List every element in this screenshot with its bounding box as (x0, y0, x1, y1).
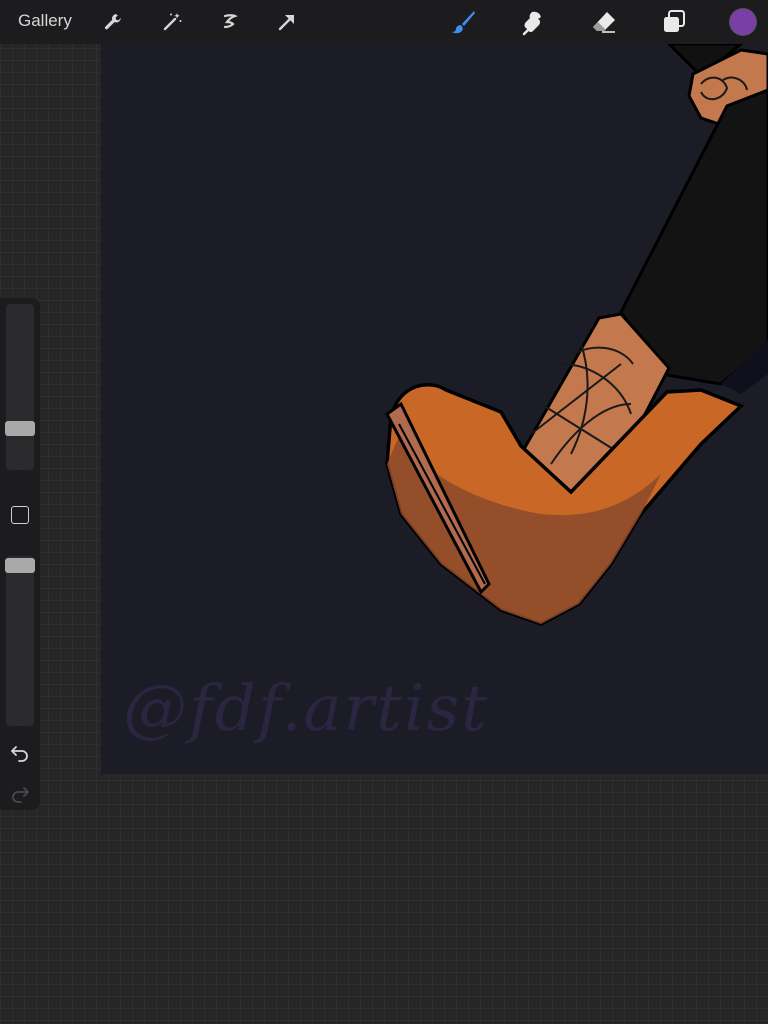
smudge-icon[interactable] (520, 8, 548, 36)
left-sidebar (0, 298, 40, 810)
eraser-icon[interactable] (590, 8, 618, 36)
top-toolbar: Gallery (0, 0, 768, 44)
drawing-canvas[interactable]: @fdf.artist (101, 44, 768, 774)
color-picker-swatch[interactable] (730, 9, 756, 35)
gallery-button[interactable]: Gallery (18, 11, 72, 31)
redo-icon[interactable] (9, 782, 31, 804)
magic-wand-icon[interactable] (158, 8, 186, 36)
selection-icon[interactable] (216, 8, 244, 36)
layers-icon[interactable] (660, 8, 688, 36)
transform-arrow-icon[interactable] (272, 8, 300, 36)
brush-size-slider[interactable] (6, 304, 34, 470)
artist-watermark: @fdf.artist (123, 672, 489, 746)
brush-size-thumb[interactable] (5, 421, 35, 436)
undo-icon[interactable] (9, 741, 31, 763)
modify-square-icon[interactable] (11, 506, 29, 524)
brush-icon[interactable] (449, 8, 477, 36)
wrench-icon[interactable] (99, 8, 127, 36)
boot-artwork (385, 44, 768, 626)
opacity-thumb[interactable] (5, 558, 35, 573)
opacity-slider[interactable] (6, 556, 34, 726)
